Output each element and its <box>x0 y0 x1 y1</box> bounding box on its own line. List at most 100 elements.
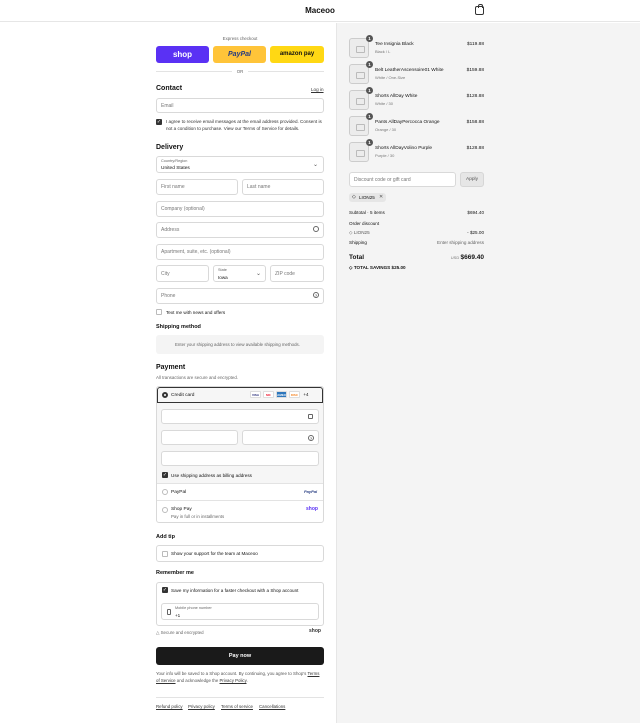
total-savings-label: TOTAL SAVINGS <box>353 265 391 270</box>
company-field[interactable]: Company (optional) <box>156 201 324 217</box>
paypal-button[interactable]: PayPal <box>213 46 266 63</box>
divider <box>156 697 324 698</box>
city-field[interactable]: City <box>156 265 209 282</box>
credit-card-radio[interactable] <box>162 392 168 398</box>
mobile-phone-field[interactable]: Mobile phone number +1 <box>161 603 319 620</box>
apartment-field[interactable]: Apartment, suite, etc. (optional) <box>156 244 324 260</box>
tip-checkbox[interactable] <box>162 551 168 557</box>
item-name: Shorts AllDayVolino Purple <box>375 146 433 151</box>
item-variant: Orange / 30 <box>375 127 397 132</box>
card-brands: VISA MC AMEX DISC +4 <box>248 391 309 398</box>
cancellations-link[interactable]: Cancellations <box>259 704 285 709</box>
shop-pay-button[interactable]: shop <box>156 46 209 63</box>
paypal-option-label[interactable]: PayPal <box>171 490 186 495</box>
tip-text: Show your support for the team at Maceoo <box>171 551 258 556</box>
security-code-field[interactable]: ? <box>242 430 319 445</box>
help-icon[interactable]: ? <box>313 292 319 298</box>
shoppay-subtext: Pay in full or in installments <box>171 514 225 519</box>
terms-of-service-link[interactable]: Terms of service <box>221 704 253 709</box>
tip-option[interactable]: Show your support for the team at Maceoo <box>156 545 324 562</box>
state-label: State <box>218 268 227 272</box>
name-on-card-field[interactable] <box>161 451 319 466</box>
shop-privacy-link[interactable]: Privacy Policy <box>220 678 247 683</box>
brand-logo[interactable]: Maceoo <box>0 6 640 15</box>
shopping-bag-icon[interactable] <box>475 4 484 15</box>
discount-tag: ◇ LION25 ✕ <box>349 193 386 202</box>
shoppay-radio[interactable] <box>162 507 168 513</box>
pay-now-button[interactable]: Pay now <box>156 647 324 665</box>
order-discount-label: Order discount <box>349 221 380 226</box>
privacy-policy-link[interactable]: Privacy policy <box>188 704 215 709</box>
delivery-heading: Delivery <box>156 144 184 151</box>
login-link[interactable]: Log in <box>311 87 324 92</box>
secure-text: Secure and encrypted <box>160 630 204 635</box>
total-value: $669.40 <box>460 254 485 261</box>
search-icon <box>313 226 319 232</box>
consent-checkbox[interactable]: ✓ <box>156 119 162 125</box>
total-savings-value: $25.00 <box>391 265 406 270</box>
country-select[interactable]: Country/Region United States ⌄ <box>156 156 324 173</box>
paypal-radio[interactable] <box>162 489 168 495</box>
subtotal-label: Subtotal · 5 items <box>349 210 385 215</box>
discount-placeholder: Discount code or gift card <box>354 176 411 183</box>
shipping-method-note: Enter your shipping address to view avai… <box>175 342 300 347</box>
discount-code-field[interactable]: Discount code or gift card <box>349 172 456 187</box>
address-field[interactable]: Address <box>156 222 324 238</box>
lock-icon <box>308 414 313 419</box>
shoppay-option-label[interactable]: Shop Pay <box>171 507 192 512</box>
address-placeholder: Address <box>161 227 180 233</box>
first-name-field[interactable]: First name <box>156 179 238 195</box>
remember-heading: Remember me <box>156 570 194 576</box>
billing-text: Use shipping address as billing address <box>171 473 252 478</box>
card-number-field[interactable] <box>161 409 319 424</box>
billing-checkbox[interactable]: ✓ <box>162 472 168 478</box>
expiration-field[interactable] <box>161 430 238 445</box>
city-placeholder: City <box>161 270 170 277</box>
subtotal-value: $694.40 <box>467 210 484 215</box>
state-select[interactable]: State Iowa ⌄ <box>213 265 266 282</box>
total-row: USD $669.40 <box>451 254 484 261</box>
quantity-badge: 1 <box>366 87 373 94</box>
visa-icon: VISA <box>250 391 261 398</box>
save-info-checkbox[interactable]: ✓ <box>162 587 168 593</box>
divider <box>157 500 323 501</box>
phone-field[interactable]: Phone ? <box>156 288 324 304</box>
phone-placeholder: Phone <box>161 293 176 299</box>
news-checkbox[interactable] <box>156 309 162 315</box>
paypal-logo: PayPal <box>304 489 318 494</box>
header: Maceoo <box>0 0 640 22</box>
item-variant: White / 30 <box>375 101 394 106</box>
zip-placeholder: ZIP code <box>275 270 295 277</box>
item-variant: White / One-Size <box>375 75 406 80</box>
country-label: Country/Region <box>161 159 188 163</box>
first-name-placeholder: First name <box>161 184 185 190</box>
close-icon[interactable]: ✕ <box>379 194 383 200</box>
tag-icon: ◇ <box>349 265 353 270</box>
shipping-label: Shipping <box>349 240 367 245</box>
refund-policy-link[interactable]: Refund policy <box>156 704 183 709</box>
express-checkout-label: Express checkout <box>222 36 258 41</box>
amex-icon: AMEX <box>276 391 287 398</box>
item-variant: Purple / 30 <box>375 153 395 158</box>
last-name-field[interactable]: Last name <box>242 179 324 195</box>
legal-pre: Your info will be saved to a Shop accoun… <box>156 671 307 676</box>
email-placeholder: Email <box>161 102 174 109</box>
shipping-method-heading: Shipping method <box>156 324 201 330</box>
last-name-placeholder: Last name <box>247 184 271 190</box>
item-price: $128.88 <box>466 94 484 99</box>
item-price: $158.88 <box>466 120 484 125</box>
amazon-pay-button[interactable]: amazon pay <box>270 46 324 63</box>
chevron-down-icon: ⌄ <box>255 271 261 277</box>
mobile-value: +1 <box>175 613 181 618</box>
credit-card-option[interactable]: Credit card VISA MC AMEX DISC +4 <box>157 387 323 403</box>
help-icon[interactable]: ? <box>308 435 314 441</box>
payment-heading: Payment <box>156 364 186 371</box>
item-name: Shorts AllDay White <box>375 94 418 99</box>
apply-button[interactable]: Apply <box>460 172 484 187</box>
item-name: Belt LeatherAscensoire01 White <box>375 68 444 73</box>
item-price: $128.88 <box>466 146 484 151</box>
discover-icon: DISC <box>289 391 300 398</box>
zip-field[interactable]: ZIP code <box>270 265 324 282</box>
email-field[interactable]: Email <box>156 98 324 113</box>
quantity-badge: 1 <box>366 35 373 42</box>
